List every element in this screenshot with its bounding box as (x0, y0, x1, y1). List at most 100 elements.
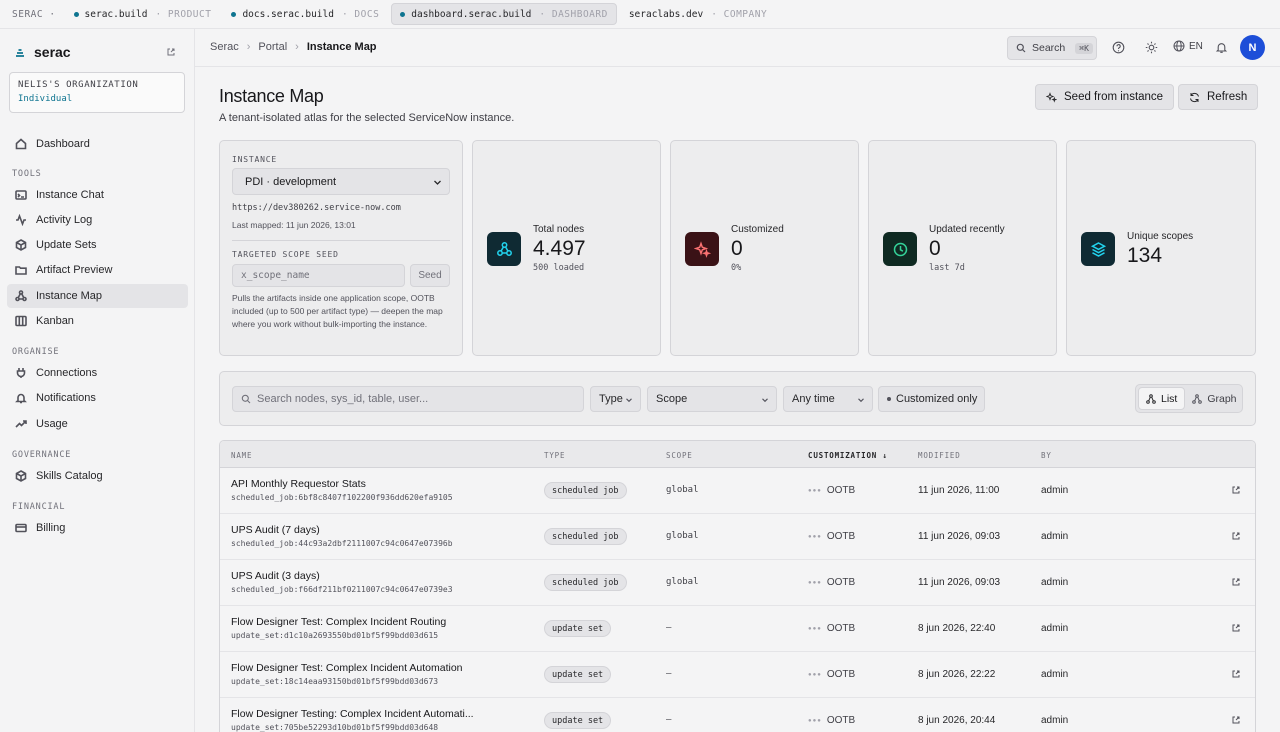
customization-status: ●●● OOTB (808, 669, 856, 680)
global-search-button[interactable]: Search ⌘K (1007, 36, 1097, 60)
terminal-icon (15, 190, 27, 200)
node-author: admin (1041, 531, 1069, 542)
language-selector[interactable]: EN (1173, 40, 1203, 52)
sidebar-item-connections[interactable]: Connections (7, 361, 188, 385)
network-icon (15, 290, 27, 302)
node-id: scheduled_job:6bf8c8407f102200f936dd620e… (231, 493, 453, 502)
column-name[interactable]: NAME (231, 451, 252, 460)
column-modified[interactable]: MODIFIED (918, 451, 961, 460)
external-link-icon[interactable] (1231, 485, 1241, 495)
layers-icon (1081, 232, 1115, 266)
seed-from-instance-button[interactable]: Seed from instance (1035, 84, 1175, 110)
sidebar-item-artifact-preview[interactable]: Artifact Preview (7, 258, 188, 282)
sidebar-item-billing[interactable]: Billing (7, 516, 188, 540)
stat-sub: 0% (731, 263, 742, 273)
table-row[interactable]: API Monthly Requestor Stats scheduled_jo… (220, 468, 1255, 514)
scope-filter[interactable]: Scope (647, 386, 777, 412)
instance-select[interactable]: PDI · development (232, 168, 450, 195)
sidebar-item-skills-catalog[interactable]: Skills Catalog (7, 464, 188, 488)
customization-status: ●●● OOTB (808, 485, 856, 496)
external-link-icon[interactable] (1231, 577, 1241, 587)
user-avatar[interactable]: N (1240, 35, 1265, 60)
external-link-icon[interactable] (1231, 715, 1241, 725)
breadcrumb-portal[interactable]: Portal (258, 41, 287, 53)
organization-switcher[interactable]: NELIS'S ORGANIZATION Individual (9, 72, 185, 113)
sidebar-item-notifications[interactable]: Notifications (7, 386, 188, 410)
tab-dashboard[interactable]: dashboard.serac.build · DASHBOARD (391, 3, 617, 25)
view-list-button[interactable]: List (1138, 387, 1186, 410)
sidebar-item-instance-map[interactable]: Instance Map (7, 284, 188, 308)
package-icon (15, 470, 27, 482)
breadcrumb: Serac › Portal › Instance Map (210, 41, 377, 53)
theme-toggle-icon[interactable] (1145, 41, 1158, 54)
external-link-icon[interactable] (1231, 669, 1241, 679)
node-name: API Monthly Requestor Stats (231, 478, 366, 490)
node-scope: — (666, 669, 672, 679)
section-tools: TOOLS (12, 169, 42, 179)
node-scope: — (666, 623, 672, 633)
table-row[interactable]: UPS Audit (3 days) scheduled_job:f66df21… (220, 560, 1255, 606)
customization-status: ●●● OOTB (808, 715, 856, 726)
table-row[interactable]: Flow Designer Testing: Complex Incident … (220, 698, 1255, 732)
type-badge: update set (544, 666, 612, 683)
table-row[interactable]: Flow Designer Test: Complex Incident Rou… (220, 606, 1255, 652)
node-modified: 8 jun 2026, 22:22 (918, 669, 996, 680)
chevron-down-icon (626, 398, 632, 403)
node-author: admin (1041, 669, 1069, 680)
scope-seed-input[interactable]: x_scope_name (232, 264, 405, 287)
refresh-button[interactable]: Refresh (1178, 84, 1259, 110)
time-filter[interactable]: Any time (783, 386, 873, 412)
node-name: UPS Audit (3 days) (231, 570, 320, 582)
sidebar-item-activity-log[interactable]: Activity Log (7, 208, 188, 232)
help-icon[interactable] (1112, 41, 1125, 54)
node-modified: 8 jun 2026, 22:40 (918, 623, 996, 634)
chevron-right-icon: › (295, 41, 299, 53)
sidebar-item-usage[interactable]: Usage (7, 412, 188, 436)
package-icon (15, 239, 27, 251)
node-modified: 11 jun 2026, 09:03 (918, 531, 1001, 542)
kanban-icon (15, 315, 27, 327)
type-filter[interactable]: Type (590, 386, 641, 412)
shortcut-hint: ⌘K (1075, 42, 1093, 54)
refresh-icon (1190, 92, 1199, 102)
tab-company[interactable]: seraclabs.dev · COMPANY (621, 3, 775, 25)
column-by[interactable]: BY (1041, 451, 1052, 460)
page-title: Instance Map (219, 86, 324, 106)
stat-sub: 500 loaded (533, 263, 585, 273)
customization-status: ●●● OOTB (808, 577, 856, 588)
node-name: Flow Designer Test: Complex Incident Rou… (231, 616, 447, 628)
external-link-icon[interactable] (1231, 531, 1241, 541)
customized-only-toggle[interactable]: Customized only (878, 386, 985, 412)
dot-icon (400, 11, 406, 17)
table-row[interactable]: Flow Designer Test: Complex Incident Aut… (220, 652, 1255, 698)
breadcrumb-serac[interactable]: Serac (210, 41, 239, 53)
table-row[interactable]: UPS Audit (7 days) scheduled_job:44c93a2… (220, 514, 1255, 560)
external-link-icon[interactable] (1231, 623, 1241, 633)
strip-brand: SERAC · (12, 8, 56, 20)
bell-icon[interactable] (1215, 41, 1228, 54)
sidebar-item-dashboard[interactable]: Dashboard (7, 132, 188, 156)
sidebar-item-kanban[interactable]: Kanban (7, 309, 188, 333)
home-icon (15, 138, 27, 150)
tab-product[interactable]: serac.build · PRODUCT (66, 3, 220, 25)
section-organise: ORGANISE (12, 347, 60, 357)
node-id: update_set:d1c10a2693550bd01bf5f99bdd03d… (231, 631, 439, 640)
column-type[interactable]: TYPE (544, 451, 565, 460)
tab-docs[interactable]: docs.serac.build · DOCS (223, 3, 387, 25)
column-customization[interactable]: CUSTOMIZATION ↓ (808, 451, 888, 460)
node-scope: — (666, 715, 672, 725)
folder-icon (15, 266, 27, 275)
view-graph-button[interactable]: Graph (1185, 387, 1243, 410)
app-logo[interactable]: serac (14, 44, 71, 60)
sidebar-item-instance-chat[interactable]: Instance Chat (7, 183, 188, 207)
node-search-input[interactable]: Search nodes, sys_id, table, user... (232, 386, 584, 412)
nodes-table: NAME TYPE SCOPE CUSTOMIZATION ↓ MODIFIED… (219, 440, 1256, 732)
node-author: admin (1041, 577, 1069, 588)
chevron-right-icon: › (246, 41, 251, 53)
view-toggle: List Graph (1135, 384, 1243, 413)
external-link-icon[interactable] (166, 47, 176, 57)
seed-button[interactable]: Seed (410, 264, 450, 287)
column-scope[interactable]: SCOPE (666, 451, 693, 460)
sidebar-item-update-sets[interactable]: Update Sets (7, 233, 188, 257)
node-modified: 8 jun 2026, 20:44 (918, 715, 996, 726)
